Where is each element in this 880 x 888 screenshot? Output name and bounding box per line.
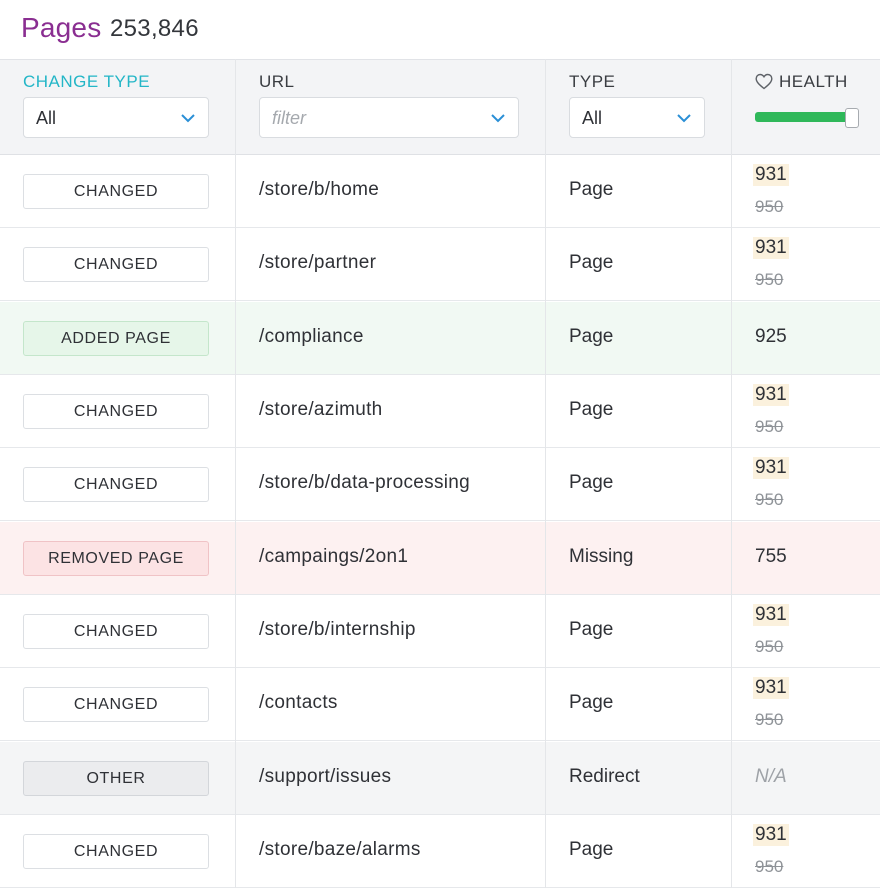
table-row[interactable]: CHANGED/store/baze/alarms Page 931 950 — [0, 815, 880, 888]
column-divider — [235, 59, 236, 888]
heart-icon — [755, 73, 773, 90]
chevron-down-icon — [677, 114, 691, 123]
health-score: 755 — [755, 546, 787, 567]
column-divider — [545, 59, 546, 888]
health-score-old: 950 — [755, 417, 784, 436]
type-value: Page — [569, 472, 614, 493]
table-row[interactable]: REMOVED PAGE/campaings/2on1 Missing 755 — [0, 522, 880, 595]
type-value: Redirect — [569, 766, 640, 787]
table-row[interactable]: CHANGED/store/azimuth Page 931 950 — [0, 375, 880, 448]
change-type-badge: CHANGED — [23, 174, 209, 209]
type-select[interactable]: All — [569, 97, 705, 138]
table-row[interactable]: OTHER/support/issues Redirect N/A — [0, 742, 880, 815]
type-value: Page — [569, 399, 614, 420]
type-value: All — [582, 108, 603, 128]
url-link[interactable]: /compliance — [259, 326, 364, 348]
table-row[interactable]: ADDED PAGE/compliance Page 925 — [0, 302, 880, 375]
type-value: Page — [569, 326, 614, 347]
health-score-old: 950 — [755, 490, 784, 509]
health-score-old: 950 — [755, 270, 784, 289]
table-row[interactable]: CHANGED/store/partner Page 931 950 — [0, 228, 880, 301]
table-row[interactable]: CHANGED/contacts Page 931 950 — [0, 668, 880, 741]
change-type-badge: CHANGED — [23, 467, 209, 502]
page-count: 253,846 — [110, 15, 199, 42]
url-link[interactable]: /store/b/internship — [259, 619, 416, 641]
change-type-badge: ADDED PAGE — [23, 321, 209, 356]
health-range-slider[interactable] — [755, 108, 859, 128]
column-label-change-type[interactable]: CHANGE TYPE — [23, 72, 150, 92]
column-divider — [731, 59, 732, 888]
table-row[interactable]: CHANGED/store/b/internship Page 931 950 — [0, 595, 880, 668]
url-link[interactable]: /store/b/data-processing — [259, 472, 470, 494]
health-score-new: 931 — [753, 237, 789, 259]
change-type-badge: CHANGED — [23, 247, 209, 282]
health-score-new: 931 — [753, 384, 789, 406]
table-row[interactable]: CHANGED/store/b/home Page 931 950 — [0, 155, 880, 228]
url-link[interactable]: /store/azimuth — [259, 399, 383, 421]
column-type: TYPE All — [545, 60, 731, 155]
url-filter-input[interactable]: filter — [259, 97, 519, 138]
health-score-old: 950 — [755, 197, 784, 216]
change-type-badge: REMOVED PAGE — [23, 541, 209, 576]
page-title: Pages — [21, 12, 102, 43]
column-url: URL filter — [235, 60, 545, 155]
column-label-health[interactable]: HEALTH — [779, 72, 848, 92]
url-filter-placeholder: filter — [272, 108, 307, 128]
url-link[interactable]: /campaings/2on1 — [259, 546, 408, 568]
change-type-badge: OTHER — [23, 761, 209, 796]
table-header: CHANGE TYPE All URL filter TYPE All HEAL… — [0, 59, 880, 155]
column-label-type[interactable]: TYPE — [569, 72, 615, 92]
health-score-old: 950 — [755, 710, 784, 729]
type-value: Page — [569, 692, 614, 713]
health-score-new: 931 — [753, 457, 789, 479]
column-label-url[interactable]: URL — [259, 72, 295, 92]
table-row[interactable]: CHANGED/store/b/data-processing Page 931 95… — [0, 448, 880, 521]
change-type-badge: CHANGED — [23, 394, 209, 429]
health-score-new: 931 — [753, 164, 789, 186]
type-value: Missing — [569, 546, 634, 567]
health-score: 925 — [755, 326, 787, 347]
chevron-down-icon — [181, 114, 195, 123]
change-type-select[interactable]: All — [23, 97, 209, 138]
type-value: Page — [569, 252, 614, 273]
change-type-value: All — [36, 108, 57, 128]
url-link[interactable]: /support/issues — [259, 766, 391, 788]
type-value: Page — [569, 179, 614, 200]
change-type-badge: CHANGED — [23, 614, 209, 649]
url-link[interactable]: /store/b/home — [259, 179, 379, 201]
url-link[interactable]: /contacts — [259, 692, 338, 714]
change-type-badge: CHANGED — [23, 834, 209, 869]
health-score-new: 931 — [753, 604, 789, 626]
column-change-type: CHANGE TYPE All — [0, 60, 235, 155]
health-score-old: 950 — [755, 637, 784, 656]
health-score-new: 931 — [753, 824, 789, 846]
health-score-new: 931 — [753, 677, 789, 699]
url-link[interactable]: /store/baze/alarms — [259, 839, 421, 861]
health-score-old: 950 — [755, 857, 784, 876]
health-slider-fill — [755, 112, 851, 122]
type-value: Page — [569, 839, 614, 860]
title-bar: Pages 253,846 — [0, 0, 880, 59]
health-slider-handle[interactable] — [845, 108, 859, 128]
url-link[interactable]: /store/partner — [259, 252, 376, 274]
health-score-na: N/A — [755, 766, 787, 787]
type-value: Page — [569, 619, 614, 640]
chevron-down-icon — [491, 114, 505, 123]
change-type-badge: CHANGED — [23, 687, 209, 722]
